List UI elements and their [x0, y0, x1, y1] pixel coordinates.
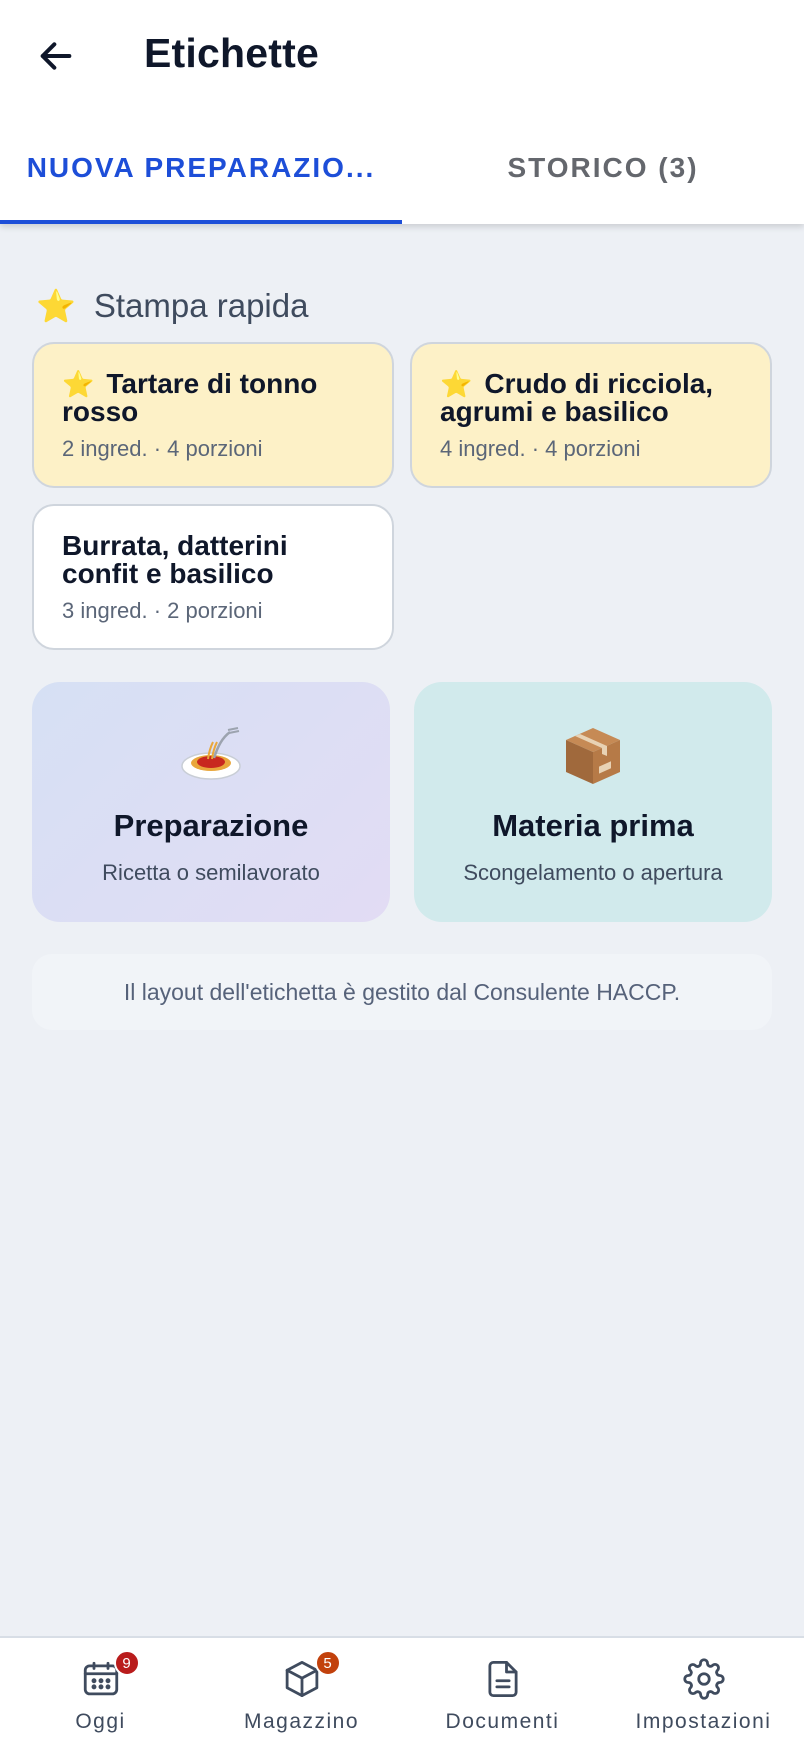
spaghetti-icon	[181, 727, 241, 780]
nav-item-documenti[interactable]: Documenti	[402, 1638, 603, 1748]
nav-label: Impostazioni	[635, 1710, 772, 1733]
notification-badge: 5	[314, 1650, 341, 1676]
quick-print-item-name: ⭐ Crudo di ricciola, agrumi e basilico	[440, 368, 714, 427]
quick-print-title: Stampa rapida	[93, 287, 309, 324]
star-icon: ⭐	[62, 369, 95, 399]
tab-new-preparation[interactable]: NUOVA PREPARAZIO...	[0, 112, 402, 224]
quick-print-header: ⭐ Stampa rapida	[36, 287, 308, 325]
page-title: Etichette	[144, 30, 319, 76]
notification-badge: 9	[113, 1650, 140, 1676]
quick-print-item[interactable]: Burrata, datterini confit e basilico 3 i…	[32, 504, 394, 650]
nav-label: Documenti	[445, 1710, 560, 1733]
preparation-subtitle: Ricetta o semilavorato	[102, 860, 320, 885]
back-button[interactable]	[24, 24, 88, 88]
quick-print-item[interactable]: ⭐ Tartare di tonno rosso 2 ingred. · 4 po…	[32, 342, 394, 488]
tab-history[interactable]: STORICO (3)	[402, 112, 804, 224]
tab-bar: NUOVA PREPARAZIO... STORICO (3)	[0, 112, 804, 224]
raw-material-title: Materia prima	[492, 808, 694, 843]
quick-print-item-meta: 2 ingred. · 4 porzioni	[62, 436, 263, 461]
nav-label: Oggi	[75, 1710, 126, 1733]
quick-print-item-meta: 3 ingred. · 2 porzioni	[62, 598, 263, 623]
info-note: Il layout dell'etichetta è gestito dal C…	[32, 954, 772, 1030]
raw-material-subtitle: Scongelamento o apertura	[463, 860, 723, 885]
nav-item-magazzino[interactable]: 5 Magazzino	[201, 1638, 402, 1748]
gear-icon	[682, 1658, 725, 1700]
package-icon	[566, 728, 620, 784]
quick-print-item[interactable]: ⭐ Crudo di ricciola, agrumi e basilico 4 …	[410, 342, 772, 488]
preparation-title: Preparazione	[113, 808, 309, 843]
nav-item-impostazioni[interactable]: Impostazioni	[603, 1638, 804, 1748]
arrow-left-icon	[40, 42, 72, 70]
bottom-nav: 9 Oggi 5 Magazzino Documenti Impostazion…	[0, 1636, 804, 1748]
raw-material-card[interactable]: Materia prima Scongelamento o apertura	[414, 682, 772, 922]
quick-print-item-name: Burrata, datterini confit e basilico	[62, 530, 288, 589]
star-icon: ⭐	[36, 288, 76, 324]
preparation-card[interactable]: Preparazione Ricetta o semilavorato	[32, 682, 390, 922]
quick-print-item-meta: 4 ingred. · 4 porzioni	[440, 436, 641, 461]
document-icon	[487, 1660, 518, 1698]
nav-item-oggi[interactable]: 9 Oggi	[0, 1638, 201, 1748]
star-icon: ⭐	[440, 369, 473, 399]
nav-label: Magazzino	[243, 1710, 360, 1733]
app-bar: Etichette NUOVA PREPARAZIO... STORICO (3…	[0, 0, 804, 224]
quick-print-item-name: ⭐ Tartare di tonno rosso	[62, 368, 318, 427]
